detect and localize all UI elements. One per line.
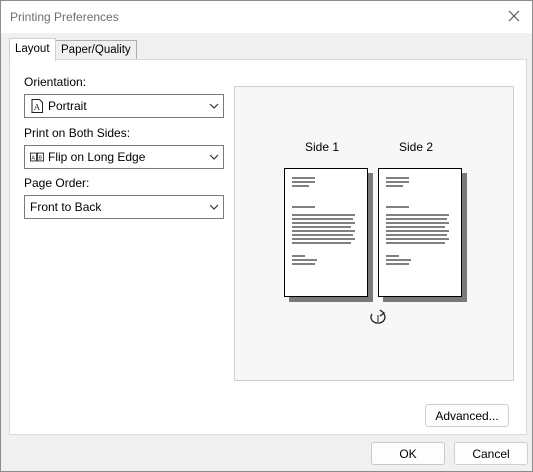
book-flip-icon: A B	[30, 150, 44, 164]
page-order-value: Front to Back	[30, 200, 102, 214]
side-1-label: Side 1	[305, 140, 340, 154]
ok-button[interactable]: OK	[371, 442, 445, 465]
preview-page-side-2	[378, 168, 462, 297]
tab-strip: Layout Paper/Quality	[9, 38, 527, 61]
svg-text:B: B	[38, 156, 42, 162]
preview-page-side-1	[284, 168, 368, 297]
close-icon	[508, 10, 520, 22]
close-button[interactable]	[502, 5, 526, 27]
orientation-label: Orientation:	[24, 75, 87, 89]
tab-layout[interactable]: Layout	[9, 38, 56, 61]
svg-text:A: A	[31, 156, 35, 162]
layout-preview: Side 1 Side 2	[234, 86, 514, 381]
orientation-dropdown[interactable]: A Portrait	[24, 94, 224, 118]
tab-paper-quality[interactable]: Paper/Quality	[55, 40, 137, 60]
window-title: Printing Preferences	[10, 10, 119, 24]
svg-text:A: A	[33, 103, 40, 112]
page-order-dropdown[interactable]: Front to Back	[24, 195, 224, 219]
chevron-down-icon	[209, 103, 219, 109]
duplex-value: Flip on Long Edge	[48, 150, 146, 164]
page-order-label: Page Order:	[24, 176, 90, 190]
orientation-value: Portrait	[48, 99, 87, 113]
flip-arrow-icon	[370, 309, 386, 324]
printing-preferences-dialog: Printing Preferences Layout Paper/Qualit…	[0, 0, 533, 472]
layout-tab-panel: Orientation: A Portrait Print on Both Si…	[9, 59, 527, 435]
cancel-button[interactable]: Cancel	[454, 442, 528, 465]
portrait-page-icon: A	[30, 99, 44, 113]
duplex-dropdown[interactable]: A B Flip on Long Edge	[24, 145, 224, 169]
advanced-button[interactable]: Advanced...	[425, 404, 509, 427]
title-bar: Printing Preferences	[1, 1, 532, 33]
chevron-down-icon	[209, 204, 219, 210]
side-2-label: Side 2	[399, 140, 434, 154]
duplex-label: Print on Both Sides:	[24, 126, 131, 140]
chevron-down-icon	[209, 154, 219, 160]
